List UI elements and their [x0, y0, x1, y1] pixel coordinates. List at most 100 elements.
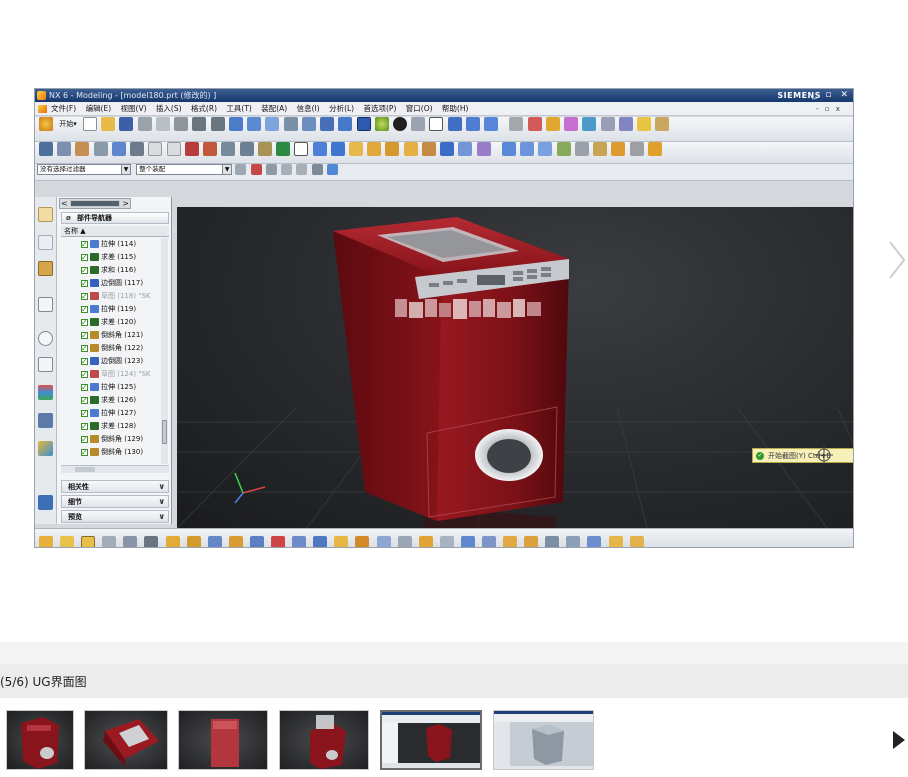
menu-view[interactable]: 视图(V) [121, 102, 147, 116]
assembly-navigator-icon[interactable] [39, 142, 53, 156]
visibility-checkbox[interactable] [81, 251, 88, 264]
thicken-icon[interactable] [574, 142, 589, 156]
open-file-icon[interactable] [101, 117, 116, 131]
visibility-checkbox[interactable] [81, 394, 88, 407]
cable-icon[interactable] [397, 535, 412, 547]
view-orient-icon[interactable] [247, 117, 262, 131]
select-icon[interactable] [228, 117, 243, 131]
layer-icon[interactable] [57, 142, 72, 156]
offset-face-icon[interactable] [593, 142, 608, 156]
navigator-tab-scroller[interactable]: < > [59, 198, 131, 209]
thumbnail-3[interactable] [178, 710, 268, 770]
blend-face-icon[interactable] [629, 142, 644, 156]
rotate-icon[interactable] [320, 117, 335, 131]
visibility-checkbox[interactable] [81, 381, 88, 394]
menu-help[interactable]: 帮助(H) [442, 102, 469, 116]
sketch-tool-icon[interactable] [203, 142, 218, 156]
cut-icon[interactable] [137, 117, 152, 131]
new-component-icon[interactable] [102, 535, 117, 547]
chevron-right-icon[interactable]: > [122, 198, 129, 209]
mold-icon[interactable] [460, 535, 475, 547]
visibility-checkbox[interactable] [81, 238, 88, 251]
manufacturing-icon[interactable] [629, 535, 644, 547]
datum-plane-icon[interactable] [276, 142, 291, 156]
history-tab-icon[interactable] [38, 331, 53, 346]
graphics-window[interactable]: ✓ 开始截图(Y) Ctrl+B [177, 207, 853, 528]
swept-icon[interactable] [538, 142, 553, 156]
wave-link-icon[interactable] [39, 535, 53, 547]
draft-icon[interactable] [611, 142, 626, 156]
visualization-tab-icon[interactable] [38, 385, 53, 400]
visibility-checkbox[interactable] [81, 264, 88, 277]
scroll-thumb[interactable] [75, 467, 95, 472]
surface-icon[interactable] [501, 142, 516, 156]
add-component-icon[interactable] [81, 535, 96, 547]
system-materials-tab-icon[interactable] [38, 357, 53, 372]
clearance-icon[interactable] [249, 535, 264, 547]
save-icon[interactable] [119, 117, 134, 131]
main-image[interactable]: NX 6 - Modeling - [model180.prt (修改的) ] … [34, 88, 854, 548]
menu-window[interactable]: 窗口(O) [406, 102, 433, 116]
tree-item[interactable]: 求差 (120) [81, 316, 136, 329]
cone-icon[interactable] [348, 142, 363, 156]
tree-item[interactable]: 倒斜角 (121) [81, 329, 143, 342]
menu-tools[interactable]: 工具(T) [226, 102, 251, 116]
endpoint-icon[interactable] [265, 164, 277, 175]
visibility-checkbox[interactable] [81, 342, 88, 355]
tree-item[interactable]: 拉伸 (119) [81, 303, 136, 316]
project-curve-icon[interactable] [239, 142, 254, 156]
constraint-icon[interactable] [313, 535, 328, 547]
fit-icon[interactable] [265, 117, 280, 131]
boss-icon[interactable] [385, 142, 400, 156]
paste-icon[interactable] [174, 117, 189, 131]
pattern-tool-icon[interactable] [564, 117, 579, 131]
scroll-thumb[interactable] [70, 200, 120, 207]
pan-icon[interactable] [338, 117, 353, 131]
tree-item[interactable]: 边倒圆 (123) [81, 355, 143, 368]
visibility-checkbox[interactable] [81, 277, 88, 290]
tree-item[interactable]: 倒斜角 (130) [81, 446, 143, 459]
start-icon[interactable] [39, 117, 53, 131]
reposition-icon[interactable] [144, 535, 159, 547]
visibility-checkbox[interactable] [81, 329, 88, 342]
thumbnail-1[interactable] [6, 710, 74, 770]
through-curves-icon[interactable] [520, 142, 535, 156]
app-menu-icon[interactable] [38, 105, 47, 113]
visibility-checkbox[interactable] [81, 355, 88, 368]
arc-icon[interactable] [166, 142, 181, 156]
menu-format[interactable]: 格式(R) [191, 102, 217, 116]
visibility-checkbox[interactable] [81, 290, 88, 303]
chevron-left-icon[interactable]: < [61, 198, 68, 209]
offset-curve-icon[interactable] [221, 142, 236, 156]
pad-icon[interactable] [421, 142, 436, 156]
hole-tool-icon[interactable] [484, 117, 499, 131]
menu-assemblies[interactable]: 装配(A) [261, 102, 287, 116]
thumbnails-next-arrow[interactable] [893, 731, 905, 749]
dependencies-panel[interactable]: 相关性 ∨ [61, 480, 169, 493]
shaded-icon[interactable] [356, 117, 371, 131]
menu-preferences[interactable]: 首选项(P) [364, 102, 397, 116]
thumbnail-4[interactable] [279, 710, 369, 770]
tree-item[interactable]: 求差 (126) [81, 394, 136, 407]
mirror-assembly-icon[interactable] [186, 535, 201, 547]
new-file-icon[interactable] [82, 117, 97, 131]
check-icon[interactable] [334, 535, 349, 547]
thumbnail-6[interactable] [493, 710, 594, 770]
menu-analysis[interactable]: 分析(L) [329, 102, 354, 116]
edge-blend-tool-icon[interactable] [509, 117, 524, 131]
constraint-nav-tab-icon[interactable] [38, 235, 53, 250]
zoom-icon[interactable] [283, 117, 298, 131]
assembly-cut-icon[interactable] [60, 535, 75, 547]
component-array-icon[interactable] [165, 535, 180, 547]
background-icon[interactable] [429, 117, 444, 131]
interference-icon[interactable] [271, 535, 286, 547]
redo-icon[interactable] [210, 117, 225, 131]
block-icon[interactable] [312, 142, 327, 156]
select-all-icon[interactable] [235, 164, 247, 175]
menu-file[interactable]: 文件(F) [51, 102, 76, 116]
route-icon[interactable] [376, 535, 391, 547]
mirror-tool-icon[interactable] [582, 117, 597, 131]
thumbnail-5[interactable] [380, 710, 482, 770]
tree-item[interactable]: 草图 (124) "SK [81, 368, 151, 381]
slot-icon[interactable] [440, 142, 455, 156]
